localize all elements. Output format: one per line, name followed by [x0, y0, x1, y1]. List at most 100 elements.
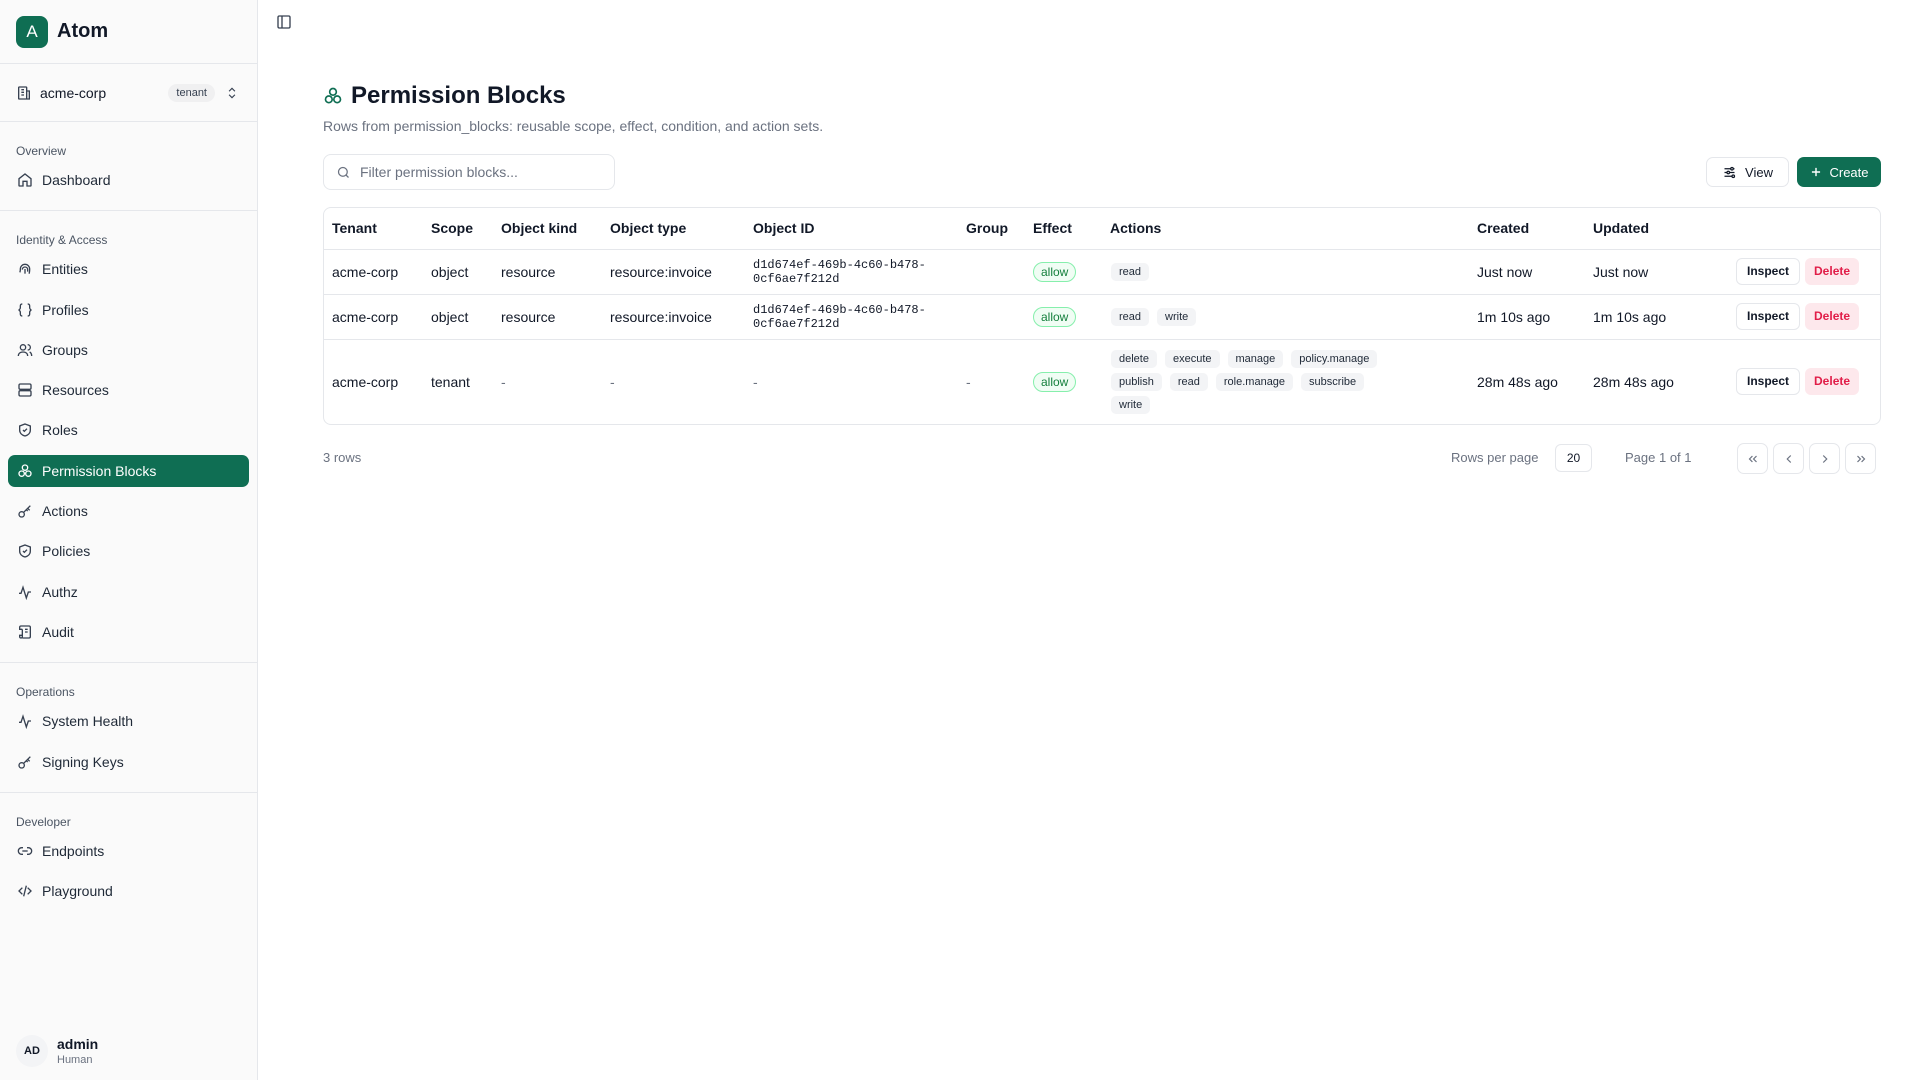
cell-object-type: resource:invoice	[602, 249, 745, 295]
inspect-button[interactable]: Inspect	[1736, 303, 1801, 330]
sidebar-item-endpoints[interactable]: Endpoints	[8, 835, 249, 867]
home-icon	[17, 172, 33, 188]
effect-badge: allow	[1033, 306, 1077, 327]
action-chip: read	[1169, 372, 1208, 391]
sidebar-item-authz[interactable]: Authz	[8, 576, 249, 608]
sidebar: A Atom acme-corp tenant Overview Dashboa…	[0, 0, 258, 1080]
user-name: admin	[57, 1036, 99, 1052]
table-row: acme-corp object resource resource:invoi…	[324, 294, 1880, 340]
cell-group	[958, 294, 1025, 340]
sidebar-item-actions[interactable]: Actions	[8, 495, 249, 527]
sidebar-item-entities[interactable]: Entities	[8, 253, 249, 285]
view-button-label: View	[1745, 164, 1773, 180]
create-button[interactable]: Create	[1797, 157, 1881, 187]
sidebar-item-permission-blocks[interactable]: Permission Blocks	[8, 454, 249, 487]
action-chip: role.manage	[1215, 372, 1294, 391]
sliders-icon	[1722, 165, 1737, 180]
action-chip: publish	[1111, 372, 1162, 391]
cell-actions: read write	[1102, 294, 1469, 340]
view-button[interactable]: View	[1706, 157, 1789, 187]
next-page-button[interactable]	[1809, 443, 1840, 474]
column-header-object-type[interactable]: Object type	[602, 208, 745, 250]
sidebar-item-label: Signing Keys	[42, 753, 124, 770]
page-title: Permission Blocks	[351, 82, 566, 109]
column-header-updated[interactable]: Updated	[1585, 208, 1728, 250]
sidebar-item-resources[interactable]: Resources	[8, 374, 249, 406]
sidebar-item-roles[interactable]: Roles	[8, 414, 249, 446]
sidebar-item-label: Profiles	[42, 301, 89, 318]
brand-name: Atom	[57, 20, 109, 42]
column-header-created[interactable]: Created	[1469, 208, 1585, 250]
fingerprint-icon	[17, 261, 33, 277]
key-icon	[17, 754, 33, 770]
cell-group	[958, 249, 1025, 295]
sidebar-item-label: Authz	[42, 583, 78, 600]
inspect-button[interactable]: Inspect	[1736, 368, 1801, 396]
brand-logo: A	[16, 15, 48, 48]
filter-input[interactable]	[360, 164, 600, 180]
action-chip: policy.manage	[1291, 349, 1378, 368]
tenant-switcher[interactable]: acme-corp tenant	[0, 64, 257, 122]
key-icon	[17, 503, 33, 519]
sidebar-item-audit[interactable]: Audit	[8, 616, 249, 648]
sidebar-item-policies[interactable]: Policies	[8, 535, 249, 567]
sidebar-item-dashboard[interactable]: Dashboard	[8, 164, 249, 196]
cell-scope: object	[423, 249, 493, 295]
action-chip: delete	[1111, 349, 1157, 368]
column-header-scope[interactable]: Scope	[423, 208, 493, 250]
sidebar-item-profiles[interactable]: Profiles	[8, 294, 249, 326]
delete-button[interactable]: Delete	[1805, 368, 1860, 396]
column-header-actions[interactable]: Actions	[1102, 208, 1469, 250]
cell-effect: allow	[1025, 294, 1102, 340]
delete-button[interactable]: Delete	[1805, 258, 1860, 285]
effect-badge: allow	[1033, 371, 1077, 392]
tenant-badge: tenant	[168, 83, 215, 102]
last-page-button[interactable]	[1845, 443, 1876, 474]
code-icon	[17, 883, 33, 899]
plus-icon	[1809, 165, 1823, 179]
cell-actions: read	[1102, 249, 1469, 295]
inspect-button[interactable]: Inspect	[1736, 258, 1801, 285]
column-header-object-kind[interactable]: Object kind	[493, 208, 602, 250]
nav-section-title: Overview	[16, 144, 67, 158]
effect-badge: allow	[1033, 261, 1077, 282]
shield-check-icon	[17, 422, 33, 438]
rows-per-page-label: Rows per page	[1451, 450, 1539, 465]
cell-tenant: acme-corp	[332, 373, 399, 390]
action-chip: read	[1111, 262, 1150, 281]
cell-created: Just now	[1469, 249, 1585, 295]
previous-page-button[interactable]	[1773, 443, 1804, 474]
sidebar-item-label: Permission Blocks	[42, 462, 157, 479]
sidebar-item-groups[interactable]: Groups	[8, 334, 249, 366]
sidebar-item-label: System Health	[42, 713, 134, 730]
column-header-group[interactable]: Group	[958, 208, 1025, 250]
sidebar-item-system-health[interactable]: System Health	[8, 705, 249, 737]
action-chip: subscribe	[1301, 372, 1365, 391]
first-page-button[interactable]	[1737, 443, 1768, 474]
table-header-row: Tenant Scope Object kind Object type Obj…	[324, 208, 1880, 250]
column-header-effect[interactable]: Effect	[1025, 208, 1102, 250]
cell-tenant: acme-corp	[324, 294, 423, 340]
cell-effect: allow	[1025, 249, 1102, 295]
cell-actions: delete execute manage policy.manage publ…	[1102, 339, 1469, 424]
sidebar-item-label: Playground	[42, 883, 113, 900]
sidebar-item-playground[interactable]: Playground	[8, 875, 249, 907]
user-menu[interactable]: AD admin Human	[0, 1022, 258, 1080]
sidebar-item-signing-keys[interactable]: Signing Keys	[8, 746, 249, 778]
delete-button[interactable]: Delete	[1805, 303, 1860, 330]
column-header-object-id[interactable]: Object ID	[745, 208, 958, 250]
activity-icon	[17, 713, 33, 730]
cell-row-actions: Inspect Delete	[1728, 249, 1880, 295]
column-header-tenant[interactable]: Tenant	[324, 208, 423, 250]
cell-object-kind: resource	[493, 249, 602, 295]
page-subtitle: Rows from permission_blocks: reusable sc…	[323, 118, 824, 134]
chevrons-left-icon	[1746, 452, 1760, 466]
cell-group: -	[966, 373, 971, 390]
rows-per-page-select[interactable]: 20	[1555, 444, 1592, 472]
sidebar-toggle-icon[interactable]	[276, 14, 296, 34]
nav-section-developer: Developer Endpoints Playground	[0, 793, 257, 922]
column-header-row-actions	[1728, 208, 1880, 250]
search-icon	[336, 165, 351, 180]
link-icon	[17, 843, 33, 859]
sidebar-item-label: Endpoints	[42, 842, 105, 859]
